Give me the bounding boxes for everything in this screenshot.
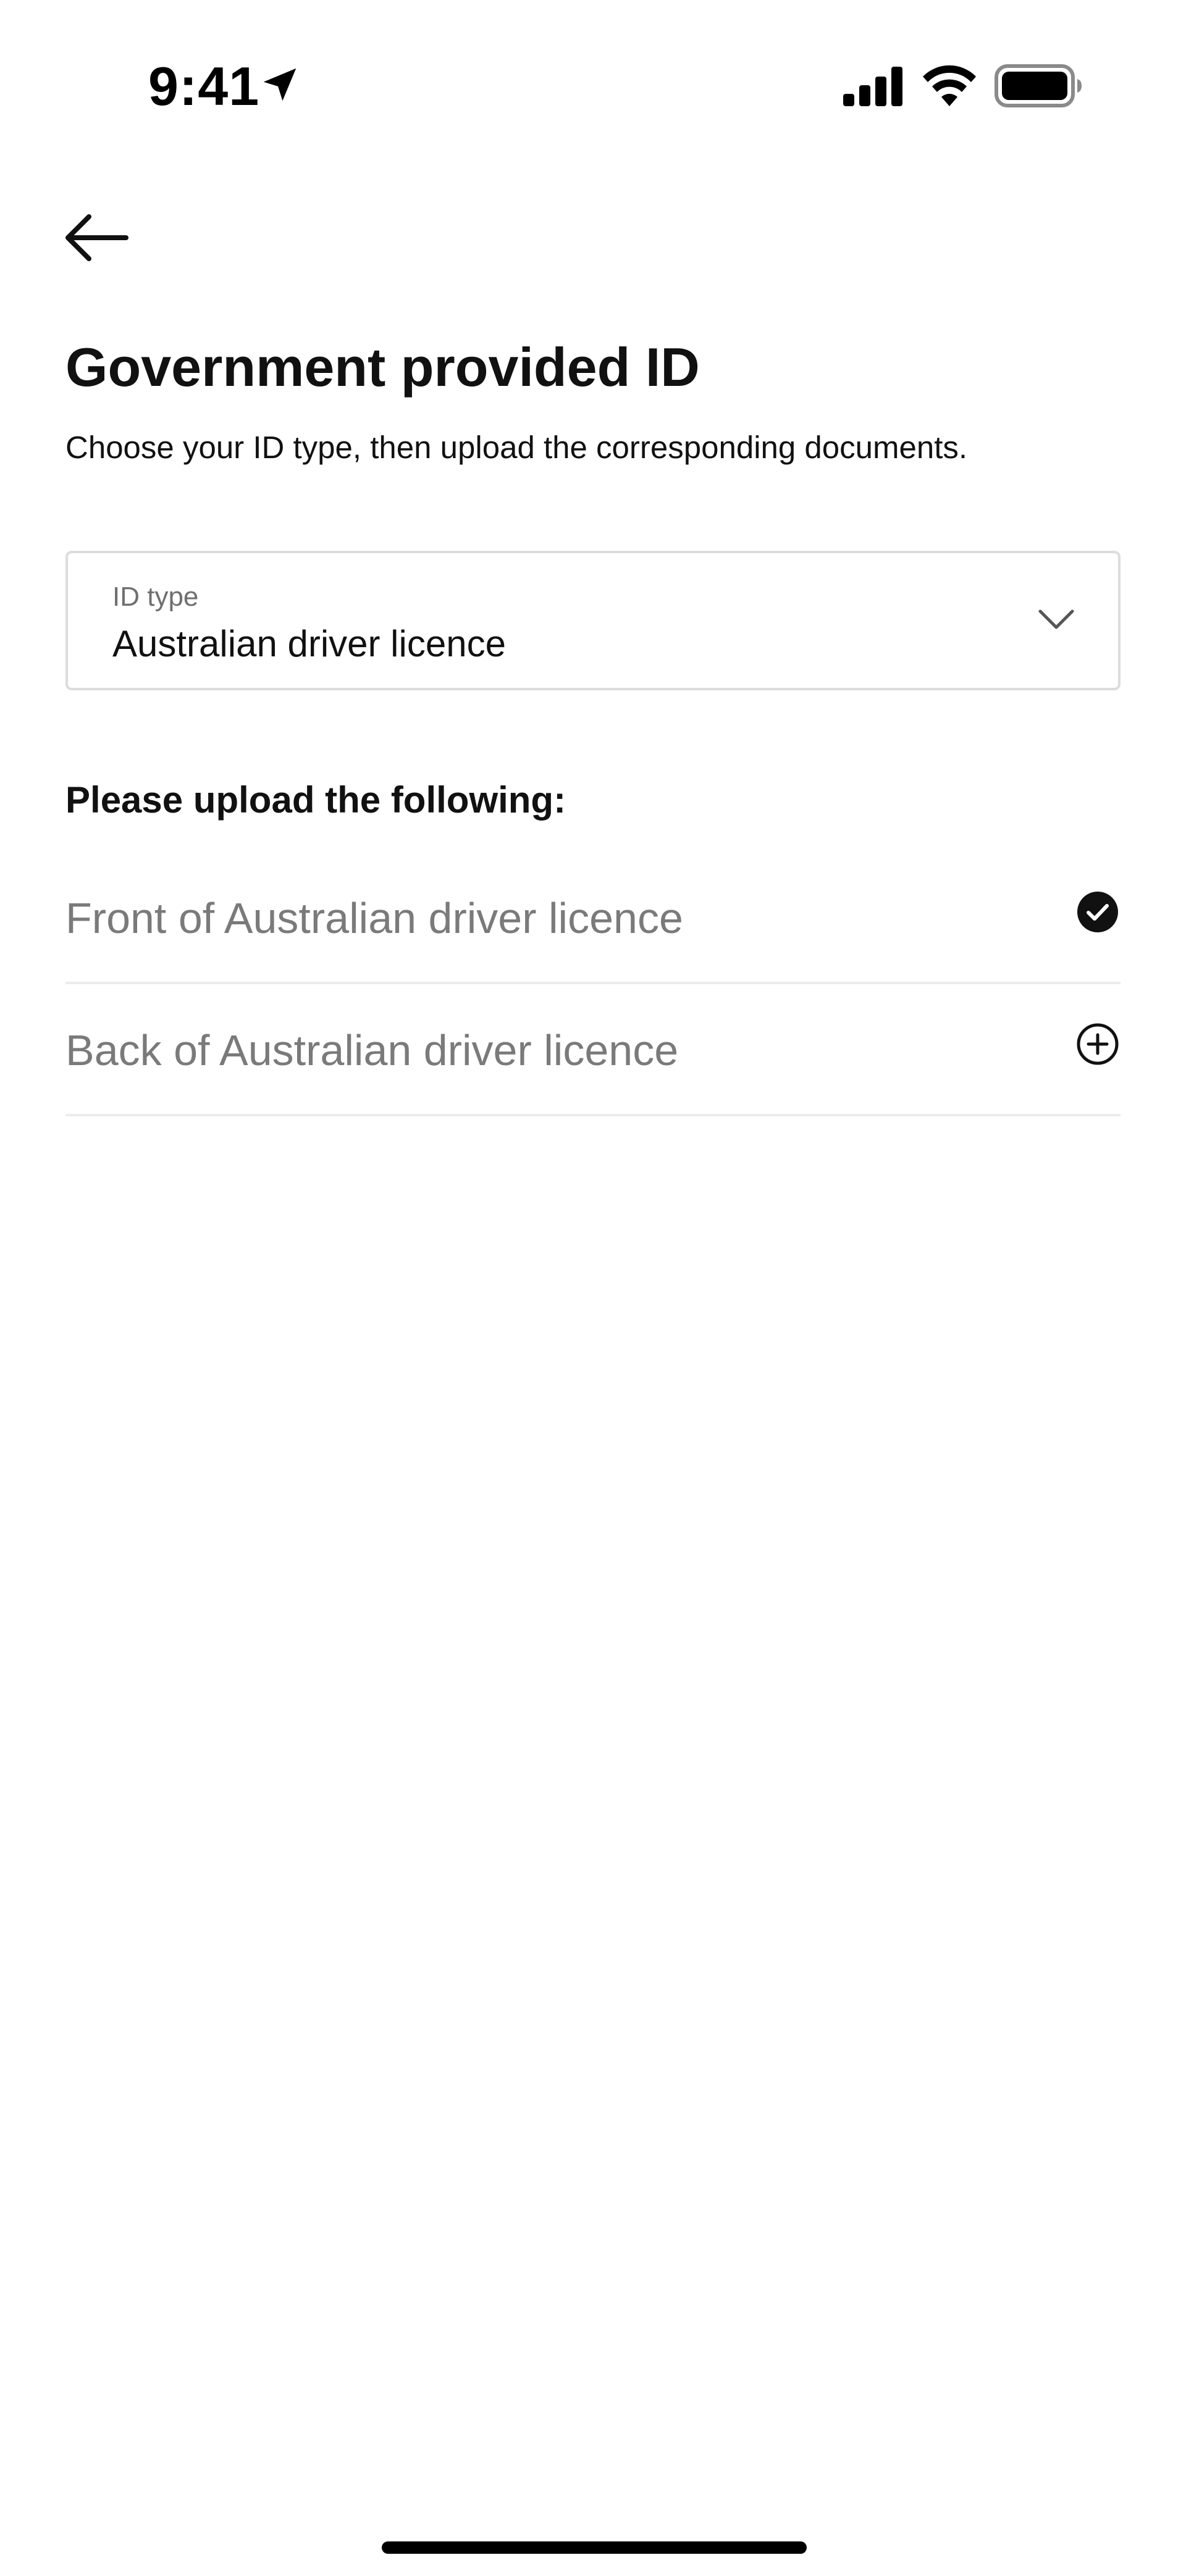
- upload-item-back-licence[interactable]: Back of Australian driver licence: [65, 984, 1121, 1116]
- upload-item-label: Front of Australian driver licence: [65, 894, 683, 942]
- chevron-down-icon: [1038, 609, 1074, 629]
- status-time: 9:41: [148, 56, 260, 117]
- location-arrow-icon: [263, 68, 296, 101]
- id-type-select[interactable]: ID type Australian driver licence: [65, 551, 1121, 690]
- upload-item-label: Back of Australian driver licence: [65, 1026, 679, 1074]
- page-subtitle: Choose your ID type, then upload the cor…: [65, 430, 968, 465]
- plus-circle-icon: [1077, 1023, 1119, 1065]
- back-button[interactable]: [62, 204, 148, 272]
- status-bar: 9:41: [0, 0, 1186, 173]
- page-title: Government provided ID: [65, 337, 700, 398]
- upload-item-front-licence[interactable]: Front of Australian driver licence: [65, 852, 1121, 984]
- upload-heading: Please upload the following:: [65, 779, 566, 821]
- cellular-signal-icon: [843, 67, 902, 106]
- home-indicator: [382, 2541, 807, 2554]
- id-type-value: Australian driver licence: [112, 623, 506, 664]
- wifi-icon: [923, 65, 976, 106]
- id-type-label: ID type: [112, 582, 199, 612]
- battery-icon: [995, 64, 1082, 107]
- arrow-left-icon: [65, 214, 128, 261]
- check-circle-filled-icon: [1077, 892, 1118, 932]
